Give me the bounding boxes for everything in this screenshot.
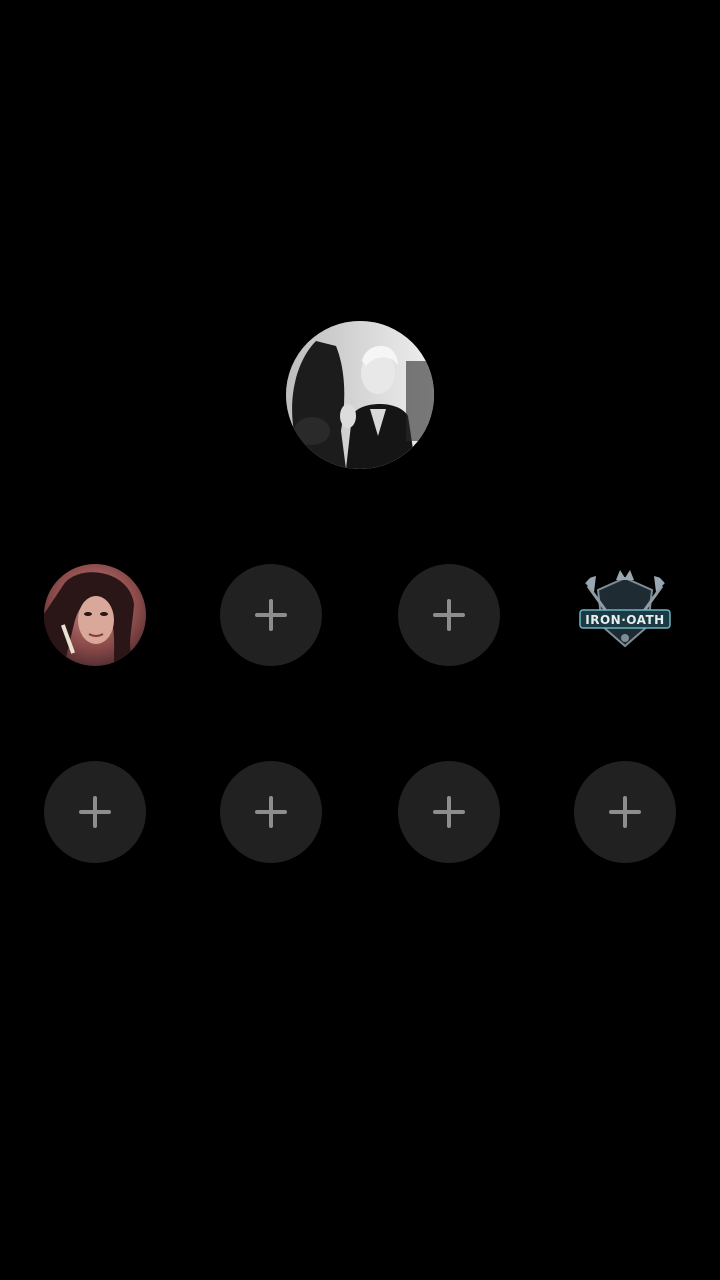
plus-icon	[255, 599, 287, 631]
iron-oath-logo-icon: IRON·OATH	[574, 564, 676, 666]
plus-icon	[433, 599, 465, 631]
live-room-screen: IRON·OATH	[0, 0, 720, 1280]
plus-icon	[609, 796, 641, 828]
iron-oath-logo-text: IRON·OATH	[585, 613, 664, 627]
seat-7-empty[interactable]	[398, 761, 500, 863]
seat-6-empty[interactable]	[220, 761, 322, 863]
host-avatar-photo-icon	[286, 321, 434, 469]
seat-8-empty[interactable]	[574, 761, 676, 863]
seat-2-empty[interactable]	[220, 564, 322, 666]
seat-5-empty[interactable]	[44, 761, 146, 863]
seat-4[interactable]: IRON·OATH	[574, 564, 676, 666]
plus-icon	[433, 796, 465, 828]
seat-3-empty[interactable]	[398, 564, 500, 666]
user-avatar-photo-icon	[44, 564, 146, 666]
plus-icon	[255, 796, 287, 828]
host-avatar[interactable]	[286, 321, 434, 469]
plus-icon	[79, 796, 111, 828]
seat-1[interactable]	[44, 564, 146, 666]
